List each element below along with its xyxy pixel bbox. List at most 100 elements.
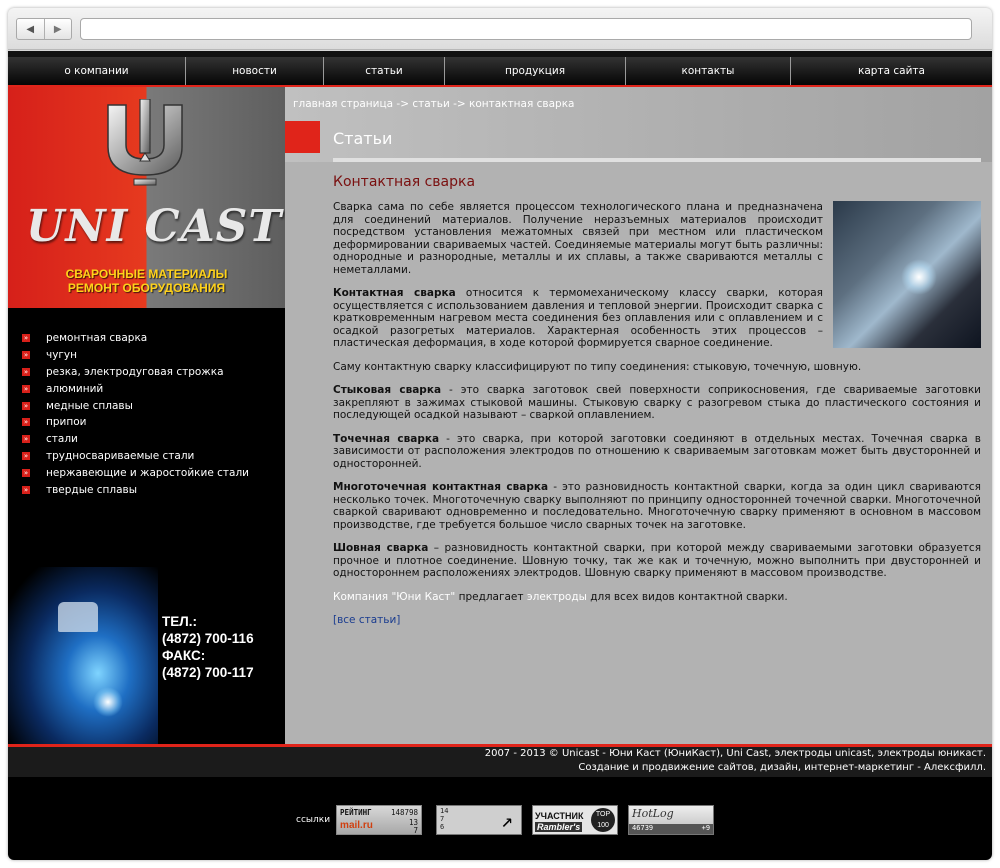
menu-item-solders[interactable]: » припои <box>22 414 249 431</box>
nav-item-about[interactable]: о компании <box>8 57 186 85</box>
menu-item-label: алюминий <box>46 382 104 395</box>
mailru-rating-counter[interactable]: РЕЙТИНГ 148798 mail.ru 13 7 <box>336 805 423 835</box>
browser-toolbar: ◀ ▶ <box>8 8 992 50</box>
links-label: ссылки <box>296 815 331 825</box>
menu-item-label: твердые сплавы <box>46 483 138 496</box>
section-marker <box>285 121 320 153</box>
article-paragraph: Стыковая сварка - это сварка заготовок с… <box>333 384 981 422</box>
top100-badge: TOP 100 <box>591 808 616 832</box>
welding-spark <box>93 687 123 717</box>
nav-item-sitemap[interactable]: карта сайта <box>791 57 992 85</box>
section-rule <box>333 158 981 162</box>
counter-links: ссылки РЕЙТИНГ 148798 mail.ru 13 7 14 7 … <box>296 805 715 835</box>
nav-item-articles[interactable]: статьи <box>324 57 445 85</box>
menu-item-cast-iron[interactable]: » чугун <box>22 347 249 364</box>
top-navigation: о компании новости статьи продукция конт… <box>8 57 992 85</box>
menu-item-hard-weld-steels[interactable]: » трудносвариваемые стали <box>22 448 249 465</box>
phone-number: (4872) 700-116 <box>162 631 254 646</box>
hotlog-logo: HotLog <box>632 807 674 820</box>
menu-item-label: резка, электродуговая строжка <box>46 365 224 378</box>
bullet-arrow-icon: » <box>22 401 30 410</box>
menu-item-label: трудносвариваемые стали <box>46 449 195 462</box>
sidebar: UNI CAST СВАРОЧНЫЕ МАТЕРИАЛЫ РЕМОНТ ОБОР… <box>8 87 285 744</box>
bullet-arrow-icon: » <box>22 367 30 376</box>
brand-name: UNI CAST <box>26 201 283 252</box>
category-menu: » ремонтная сварка » чугун » резка, электро… <box>22 330 249 498</box>
all-articles-paragraph: [все статьи] <box>333 614 981 627</box>
fax-label: ФАКС: <box>162 648 206 663</box>
menu-item-hard-alloys[interactable]: » твердые сплавы <box>22 481 249 498</box>
term-contact-welding: Контактная сварка <box>333 287 456 299</box>
logo-tagline-repair: РЕМОНТ ОБОРУДОВАНИЯ <box>67 281 226 295</box>
bullet-arrow-icon: » <box>22 435 30 444</box>
developer-credit[interactable]: Создание и продвижение сайтов, дизайн, и… <box>578 762 986 773</box>
bullet-arrow-icon: » <box>22 485 30 494</box>
welding-photo <box>833 201 981 348</box>
menu-item-label: ремонтная сварка <box>46 332 148 345</box>
term-multispot-welding: Многоточечная контактная сварка <box>333 481 549 493</box>
bullet-arrow-icon: » <box>22 351 30 360</box>
rambler-logo: Rambler's <box>535 822 583 832</box>
menu-item-cutting[interactable]: » резка, электродуговая строжка <box>22 364 249 381</box>
logo[interactable]: UNI CAST СВАРОЧНЫЕ МАТЕРИАЛЫ РЕМОНТ ОБОР… <box>8 87 285 308</box>
bullet-arrow-icon: » <box>22 384 30 393</box>
counter-value: 6 <box>440 823 445 831</box>
mailru-logo: mail.ru <box>340 820 373 831</box>
forward-arrow-icon[interactable]: ▶ <box>45 19 72 39</box>
article-paragraph: Компания "Юни Каст" предлагает электроды… <box>333 591 981 604</box>
counter-value: 46739 <box>632 824 654 832</box>
menu-item-label: медные сплавы <box>46 399 133 412</box>
article-paragraph: Шовная сварка – разновидность контактной… <box>333 542 981 580</box>
electrodes-link[interactable]: электроды <box>527 591 587 603</box>
back-arrow-icon[interactable]: ◀ <box>17 19 45 39</box>
menu-item-aluminium[interactable]: » алюминий <box>22 380 249 397</box>
counter-total: 148798 <box>390 808 419 817</box>
bullet-arrow-icon: » <box>22 451 30 460</box>
rambler-top100-counter[interactable]: УЧАСТНИК Rambler's TOP 100 <box>532 805 619 835</box>
counter-value: 7 <box>413 826 419 835</box>
menu-item-copper-alloys[interactable]: » медные сплавы <box>22 397 249 414</box>
menu-item-steels[interactable]: » стали <box>22 431 249 448</box>
all-articles-link[interactable]: [все статьи] <box>333 614 400 626</box>
article-paragraph: Многоточечная контактная сварка - это ра… <box>333 481 981 531</box>
welding-glow <box>901 259 937 295</box>
menu-item-repair-welding[interactable]: » ремонтная сварка <box>22 330 249 347</box>
welder-image <box>8 567 158 744</box>
address-bar[interactable] <box>80 18 972 40</box>
nav-item-news[interactable]: новости <box>186 57 324 85</box>
browser-window: ◀ ▶ о компании новости статьи продукция … <box>8 8 992 860</box>
menu-item-label: чугун <box>46 349 78 362</box>
diagonal-arrow-icon: ↗ <box>501 808 514 832</box>
menu-item-stainless-steels[interactable]: » нержавеющие и жаростойкие стали <box>22 464 249 481</box>
term-spot-welding: Точечная сварка <box>333 432 440 445</box>
logo-tagline-materials: СВАРОЧНЫЕ МАТЕРИАЛЫ <box>65 267 228 281</box>
counter-values: 14 7 6 <box>440 807 448 831</box>
nav-buttons: ◀ ▶ <box>16 18 72 40</box>
term-seam-welding: Шовная сварка <box>333 542 429 554</box>
contact-info: ТЕЛ.: (4872) 700-116 ФАКС: (4872) 700-11… <box>162 613 254 681</box>
paragraph-text: для всех видов контактной сварки. <box>586 590 788 603</box>
bullet-arrow-icon: » <box>22 418 30 427</box>
rambler-participant: УЧАСТНИК <box>535 811 584 821</box>
counter-value: 7 <box>440 815 445 823</box>
menu-item-label: стали <box>46 433 78 446</box>
fax-number: (4872) 700-117 <box>162 665 254 680</box>
article-paragraph: Саму контактную сварку классифицируют по… <box>333 360 862 373</box>
article-body: Сварка сама по себе является процессом т… <box>333 201 981 638</box>
liveinternet-counter[interactable]: 14 7 6 ↗ <box>436 805 523 835</box>
company-link[interactable]: Компания "Юни Каст" <box>333 591 455 603</box>
footer: 2007 - 2013 © Unicast - Юни Каст (ЮниКас… <box>8 747 992 860</box>
hotlog-counter[interactable]: HotLog 46739 +9 <box>628 805 715 835</box>
breadcrumb[interactable]: главная страница -> статьи -> контактная… <box>293 98 574 110</box>
nav-item-products[interactable]: продукция <box>445 57 626 85</box>
article-title: Контактная сварка <box>333 174 476 190</box>
hotlog-values: 46739 +9 <box>629 824 714 834</box>
bullet-arrow-icon: » <box>22 468 30 477</box>
article-paragraph: Точечная сварка - это сварка, при которо… <box>333 433 981 471</box>
menu-item-label: нержавеющие и жаростойкие стали <box>46 466 249 479</box>
paragraph-text: предлагает <box>455 590 527 603</box>
nav-item-contacts[interactable]: контакты <box>626 57 791 85</box>
copyright-text: 2007 - 2013 © Unicast - Юни Каст (ЮниКас… <box>484 748 986 759</box>
counter-value: +9 <box>701 824 711 832</box>
section-title: Статьи <box>333 129 393 148</box>
